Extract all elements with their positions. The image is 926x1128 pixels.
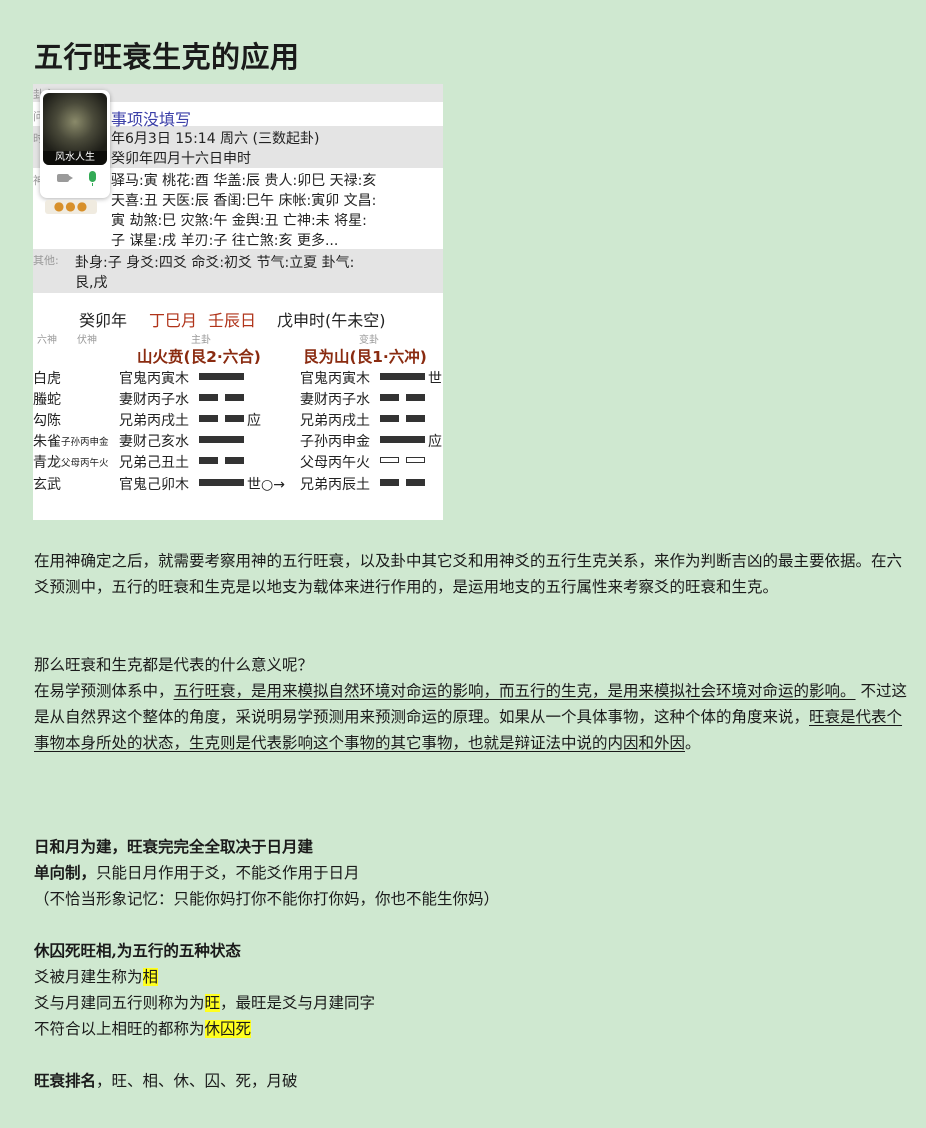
meaning-paragraph: 那么旺衰和生克都是代表的什么意义呢？ 在易学预测体系中，五行旺衰，是用来模拟自然环… xyxy=(34,652,914,756)
yin-line-left xyxy=(199,394,218,401)
yin-line-right xyxy=(225,415,244,422)
yang-line xyxy=(199,479,244,486)
divination-screenshot: 卦主 问事 时间 神煞 其他: 事项没填写 年6月3日 15:14 周六 (三数… xyxy=(33,84,443,520)
meaning-text: 。 xyxy=(685,734,701,752)
section-five-states: 休囚死旺相,为五行的五种状态 爻被月建生称为相爻与月建同五行则称为为旺，最旺是爻与… xyxy=(34,938,914,1042)
bold-term: 单向制， xyxy=(34,863,97,882)
ying-mark: 应 xyxy=(247,413,261,429)
section-heading: 休囚死旺相,为五行的五种状态 xyxy=(34,941,241,960)
col-zhugua: 主卦 xyxy=(191,335,211,346)
shensha-line: 驿马:寅 桃花:酉 华盖:辰 贵人:卯巳 天禄:亥 xyxy=(111,173,377,189)
highlight-term: 相 xyxy=(142,968,159,986)
section-text: 爻与月建同五行则称为为 xyxy=(34,994,205,1012)
camera-icon[interactable] xyxy=(57,174,73,182)
page-title: 五行旺衰生克的应用 xyxy=(34,40,300,74)
yin-line-right xyxy=(406,479,425,486)
intro-paragraph: 在用神确定之后，就需要考察用神的五行旺衰，以及卦中其它爻和用神爻的五行生克关系，… xyxy=(34,552,903,596)
main-line-label: 官鬼己卯木 xyxy=(119,477,189,493)
highlight-term: 旺 xyxy=(204,994,221,1012)
section-text: 不符合以上相旺的都称为 xyxy=(34,1020,205,1038)
main-line-label: 妻财己亥水 xyxy=(119,434,189,450)
avatar-caption: 风水人生 xyxy=(43,151,107,165)
yang-line xyxy=(380,373,425,380)
liushen-label: 朱雀 xyxy=(33,434,61,450)
highlight-term: 休囚死 xyxy=(204,1020,252,1038)
microphone-icon[interactable] xyxy=(89,171,96,186)
main-hexagram-name: 山火贲(艮2·六合) xyxy=(137,348,261,366)
other-line: 艮,戌 xyxy=(75,275,108,291)
liushen-label: 玄武 xyxy=(33,477,61,493)
col-liushen: 六神 xyxy=(37,335,57,346)
change-line-label: 妻财丙子水 xyxy=(300,392,370,408)
liushen-label: 勾陈 xyxy=(33,413,61,429)
underlined-statement: 五行旺衰，是用来模拟自然环境对命运的影响，而五行的生克，是用来模拟社会环境对命运… xyxy=(173,682,856,700)
yin-line-left xyxy=(199,415,218,422)
memory-note: （不恰当形象记忆：只能你妈打你不能你打你妈，你也不能生你妈） xyxy=(34,890,500,908)
yin-line-right xyxy=(225,394,244,401)
yang-line xyxy=(199,436,244,443)
yang-line xyxy=(380,436,425,443)
shensha-line: 天喜:丑 天医:辰 香闺:巳午 床帐:寅卯 文昌: xyxy=(111,193,377,209)
main-line-label: 官鬼丙寅木 xyxy=(119,371,189,387)
section-text: 只能日月作用于爻，不能爻作用于日月 xyxy=(96,864,360,882)
liushen-label: 螣蛇 xyxy=(33,392,61,408)
main-line-label: 兄弟己丑土 xyxy=(119,455,189,471)
yin-line-right xyxy=(406,415,425,422)
section-ranking: 旺衰排名，旺、相、休、囚、死，月破 xyxy=(34,1068,914,1094)
shi-mark: 世 xyxy=(428,371,442,387)
ganzhi-month: 丁巳月 xyxy=(149,311,198,330)
section-text: ，最旺是爻与月建同字 xyxy=(220,994,376,1012)
ganzhi-year: 癸卯年 xyxy=(79,311,128,330)
change-line-label: 官鬼丙寅木 xyxy=(300,371,370,387)
shensha-line: 寅 劫煞:巳 灾煞:午 金舆:丑 亡神:未 将星: xyxy=(111,213,367,229)
fushen-label: 父母丙午火 xyxy=(61,458,109,469)
change-line-label: 父母丙午火 xyxy=(300,455,370,471)
avatar-image: 风水人生 xyxy=(43,93,107,165)
meaning-text: 在易学预测体系中， xyxy=(34,682,174,700)
video-call-avatar[interactable]: 风水人生 ●●● xyxy=(40,90,110,214)
section-ri-yue-jian: 日和月为建，旺衰完完全全取决于日月建 单向制，只能日月作用于爻，不能爻作用于日月 （… xyxy=(34,834,914,912)
change-line-label: 兄弟丙戌土 xyxy=(300,413,370,429)
change-line-label: 兄弟丙辰土 xyxy=(300,477,370,493)
lunar-line: 癸卯年四月十六日申时 xyxy=(111,151,251,167)
yin-line-left xyxy=(380,415,399,422)
yin-line-left xyxy=(380,394,399,401)
other-line: 卦身:子 身爻:四爻 命爻:初爻 节气:立夏 卦气: xyxy=(75,255,355,271)
ganzhi-hour: 戊申时(午未空) xyxy=(277,311,386,330)
hollow-line-right xyxy=(406,457,425,463)
ying-mark: 应 xyxy=(428,434,442,450)
hollow-line-left xyxy=(380,457,399,463)
section-text: 爻被月建生称为 xyxy=(34,968,143,986)
liushen-label: 青龙 xyxy=(33,455,61,471)
ganzhi-day: 壬辰日 xyxy=(208,311,257,330)
fushen-label: 子孙丙申金 xyxy=(61,437,109,448)
main-line-label: 妻财丙子水 xyxy=(119,392,189,408)
changed-hexagram-name: 艮为山(艮1·六冲) xyxy=(303,348,427,366)
yang-line xyxy=(199,373,244,380)
more-dots-icon[interactable]: ●●● xyxy=(45,200,97,214)
section-text: ，旺、相、休、囚、死，月破 xyxy=(96,1072,298,1090)
shi-moving-mark: 世○→ xyxy=(247,477,285,493)
main-line-label: 兄弟丙戌土 xyxy=(119,413,189,429)
time-line: 年6月3日 15:14 周六 (三数起卦) xyxy=(111,131,320,147)
section-heading: 日和月为建，旺衰完完全全取决于日月建 xyxy=(34,837,314,856)
meaning-question: 那么旺衰和生克都是代表的什么意义呢？ xyxy=(34,656,314,674)
yin-line-left xyxy=(199,457,218,464)
side-label-other: 其他: xyxy=(33,254,59,267)
question-text: 事项没填写 xyxy=(111,110,192,129)
yin-line-right xyxy=(406,394,425,401)
col-biangua: 变卦 xyxy=(359,335,379,346)
yin-line-right xyxy=(225,457,244,464)
col-fushen: 伏神 xyxy=(77,335,97,346)
change-line-label: 子孙丙申金 xyxy=(300,434,370,450)
yin-line-left xyxy=(380,479,399,486)
liushen-label: 白虎 xyxy=(33,371,61,387)
shensha-line: 子 谋星:戌 羊刃:子 往亡煞:亥 更多... xyxy=(111,233,339,249)
bold-term: 旺衰排名 xyxy=(34,1071,97,1090)
